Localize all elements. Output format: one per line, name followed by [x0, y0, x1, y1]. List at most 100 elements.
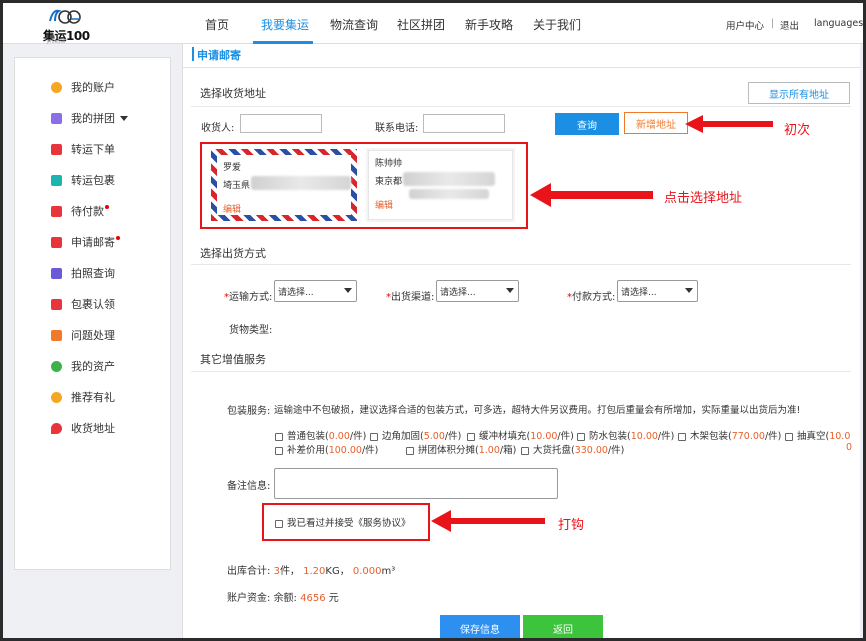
query-button[interactable]: 查询: [555, 113, 619, 135]
payment-label-text: 付款方式:: [572, 292, 616, 303]
page-title: 申请邮寄: [197, 49, 241, 62]
checkbox[interactable]: [521, 446, 529, 455]
chevron-down-icon: [120, 115, 128, 121]
option-vacuum[interactable]: 抽真空(10.0: [785, 428, 850, 442]
chevron-down-icon: [506, 288, 514, 293]
option-price: 100.00: [328, 445, 362, 456]
checkbox[interactable]: [467, 432, 475, 441]
mail-icon: [51, 236, 62, 248]
transport-select-value: 请选择...: [278, 287, 314, 298]
option-name: 普通包装(: [287, 431, 329, 442]
option-normal-pack[interactable]: 普通包装(0.00/件): [275, 428, 366, 442]
sidebar-item-forward-package[interactable]: 转运包裹: [51, 172, 115, 188]
receiver-input[interactable]: [240, 114, 322, 133]
option-price-diff[interactable]: 补差价用(100.00/件): [275, 442, 378, 456]
logout-link[interactable]: 退出: [780, 18, 799, 32]
channel-select[interactable]: 请选择...: [436, 280, 519, 302]
add-address-button[interactable]: 新增地址: [624, 112, 688, 134]
transport-label-text: 运输方式:: [229, 292, 273, 303]
option-waterproof[interactable]: 防水包装(10.00/件): [577, 428, 674, 442]
sidebar-item-issue-handling[interactable]: 问题处理: [51, 327, 115, 343]
top-navbar: 集运100 JIYUN100 首页 我要集运 物流查询 社区拼团 新手攻略 关于…: [3, 3, 863, 44]
option-unit: /件): [557, 431, 574, 442]
checkbox[interactable]: [785, 432, 793, 441]
receiver-label: 收货人:: [201, 123, 235, 134]
option-price: 10.00: [530, 431, 558, 442]
remark-label: 备注信息:: [227, 481, 271, 492]
option-unit: /箱): [499, 445, 517, 456]
sidebar-item-referral[interactable]: 推荐有礼: [51, 389, 115, 405]
option-cushion-fill[interactable]: 缓冲材填充(10.00/件): [467, 428, 574, 442]
order-icon: [51, 143, 62, 155]
save-button[interactable]: 保存信息: [440, 615, 520, 638]
checkbox[interactable]: [275, 432, 283, 441]
site-logo[interactable]: 集运100 JIYUN100: [41, 5, 91, 44]
sidebar-item-apply-mailing[interactable]: 申请邮寄: [51, 234, 120, 250]
shipping-section-title: 选择出货方式: [200, 247, 266, 260]
sidebar-item-package-claim[interactable]: 包裹认领: [51, 296, 115, 312]
sidebar-item-photo-query[interactable]: 拍照查询: [51, 265, 115, 281]
nav-tracking[interactable]: 物流查询: [330, 16, 378, 33]
nav-home[interactable]: 首页: [205, 16, 229, 33]
sidebar-item-label: 转运下单: [71, 143, 115, 156]
languages-menu[interactable]: languages: [814, 18, 863, 29]
option-group-volume-share[interactable]: 拼团体积分摊(1.00/箱): [406, 442, 516, 456]
sidebar-item-pending-payment[interactable]: 待付款: [51, 203, 109, 219]
transport-select[interactable]: 请选择...: [274, 280, 357, 302]
checkbox[interactable]: [678, 432, 686, 441]
option-unit: /件): [444, 431, 462, 442]
summary-label: 出库合计:: [227, 566, 271, 577]
option-unit: /件): [349, 431, 367, 442]
option-vacuum-wrap: 0: [846, 442, 853, 453]
share-icon: [51, 391, 62, 403]
option-price: 10.0: [829, 431, 851, 442]
title-accent-bar: [192, 47, 194, 61]
annotation-box-addresses: [200, 142, 528, 229]
option-corner-reinforce[interactable]: 边角加固(5.00/件): [370, 428, 461, 442]
option-name: 木架包装(: [690, 431, 732, 442]
option-price: 0.00: [328, 431, 350, 442]
payment-select[interactable]: 请选择...: [617, 280, 698, 302]
sidebar-item-forward-order[interactable]: 转运下单: [51, 141, 115, 157]
checkbox[interactable]: [275, 446, 283, 455]
nav-about-us[interactable]: 关于我们: [533, 16, 581, 33]
address-section-title: 选择收货地址: [200, 87, 266, 100]
sidebar-item-my-group[interactable]: 我的拼团: [51, 110, 128, 126]
nav-community-group[interactable]: 社区拼团: [397, 16, 445, 33]
remark-textarea[interactable]: [274, 468, 558, 499]
package-icon: [51, 174, 62, 186]
checkbox[interactable]: [406, 446, 414, 455]
sidebar-item-shipping-address[interactable]: 收货地址: [51, 420, 115, 436]
balance-prefix: 余额:: [273, 593, 297, 604]
option-wood-frame[interactable]: 木架包装(770.00/件): [678, 428, 781, 442]
option-price: 330.00: [574, 445, 608, 456]
wallet-icon: [51, 205, 62, 217]
back-button[interactable]: 返回: [523, 615, 603, 638]
option-pallet[interactable]: 大货托盘(330.00/件): [521, 442, 624, 456]
coins-icon: [51, 360, 62, 372]
option-name: 拼团体积分摊(: [418, 445, 479, 456]
checkbox[interactable]: [370, 432, 378, 441]
sidebar-item-label: 包裹认领: [71, 298, 115, 311]
summary-count-unit: 件，: [279, 566, 300, 577]
main-content: 申请邮寄 选择收货地址 显示所有地址 收货人: 联系电话: 查询 新增地址 罗爱…: [182, 44, 860, 638]
user-center-link[interactable]: 用户中心: [726, 18, 764, 32]
payment-select-value: 请选择...: [621, 287, 657, 298]
services-section-title: 其它增值服务: [200, 353, 266, 366]
option-unit: /件): [764, 431, 782, 442]
payment-label: *付款方式:: [567, 288, 615, 303]
nav-beginner-guide[interactable]: 新手攻略: [465, 16, 513, 33]
sidebar-item-my-account[interactable]: 我的账户: [51, 79, 115, 95]
phone-input[interactable]: [423, 114, 505, 133]
nav-consolidation[interactable]: 我要集运: [261, 16, 309, 33]
option-name: 缓冲材填充(: [479, 431, 531, 442]
sidebar-item-my-assets[interactable]: 我的资产: [51, 358, 115, 374]
option-price: 1.00: [478, 445, 500, 456]
transport-label: *运输方式:: [224, 288, 272, 303]
show-all-addresses-button[interactable]: 显示所有地址: [748, 82, 850, 104]
goods-type-label: 货物类型:: [229, 325, 273, 336]
checkbox[interactable]: [577, 432, 585, 441]
sidebar-item-label: 申请邮寄: [71, 236, 115, 249]
option-unit: /件): [361, 445, 379, 456]
user-icon: [51, 81, 62, 93]
